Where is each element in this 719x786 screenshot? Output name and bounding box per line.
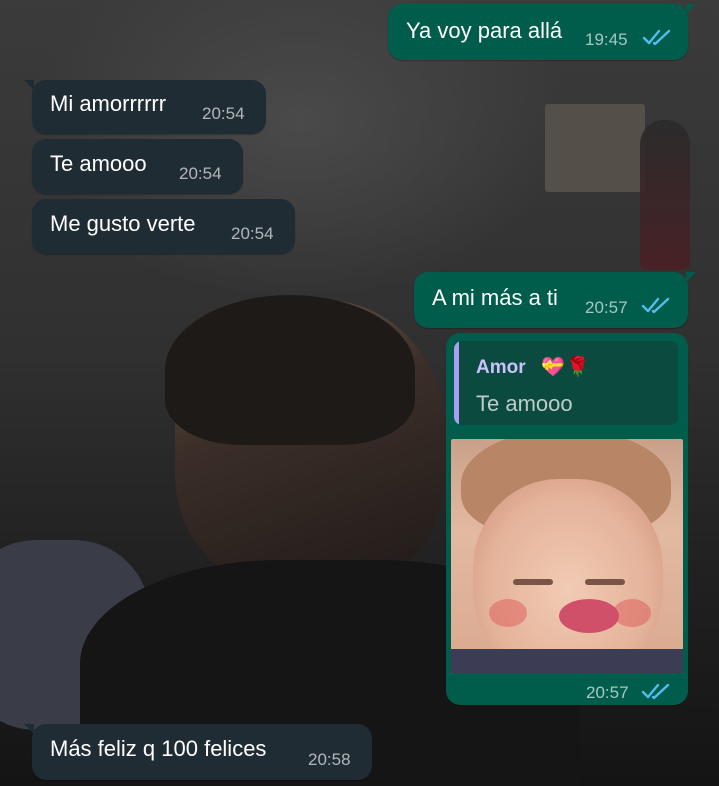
incoming-message[interactable]: Te amooo 20:54 bbox=[32, 139, 243, 194]
message-time: 20:58 bbox=[308, 750, 351, 769]
photo-eye bbox=[513, 579, 553, 585]
outgoing-photo-message[interactable]: Amor 💝 🌹 Te amooo 20:57 bbox=[446, 333, 688, 705]
incoming-message[interactable]: Más feliz q 100 felices 20:58 bbox=[24, 724, 372, 780]
photo-face bbox=[473, 479, 663, 673]
double-check-icon bbox=[642, 29, 671, 46]
incoming-message[interactable]: Mi amorrrrrr 20:54 bbox=[24, 80, 266, 134]
quote-author: Amor bbox=[476, 357, 526, 378]
outgoing-message[interactable]: Ya voy para allá 19:45 bbox=[388, 4, 696, 60]
photo-lips bbox=[559, 599, 619, 633]
wallpaper-hanging-hat bbox=[640, 120, 690, 270]
quote-accent-bar bbox=[454, 341, 459, 425]
message-text: Más feliz q 100 felices bbox=[50, 736, 267, 761]
message-text: Me gusto verte bbox=[50, 211, 196, 236]
message-time: 19:45 bbox=[585, 30, 628, 49]
message-time: 20:57 bbox=[586, 683, 629, 702]
incoming-message[interactable]: Me gusto verte 20:54 bbox=[32, 199, 295, 254]
photo-cheek bbox=[489, 599, 527, 627]
message-time: 20:54 bbox=[179, 164, 222, 183]
rose-icon: 🌹 bbox=[566, 357, 590, 378]
photo-eye bbox=[585, 579, 625, 585]
photo-shirt bbox=[451, 649, 683, 673]
reply-quote[interactable]: Amor 💝 🌹 Te amooo bbox=[454, 341, 678, 425]
wallpaper-picture-frame bbox=[545, 104, 645, 192]
quote-text: Te amooo bbox=[476, 391, 573, 416]
photo-attachment[interactable] bbox=[451, 439, 683, 673]
message-time: 20:57 bbox=[585, 298, 628, 317]
heart-with-ribbon-icon: 💝 bbox=[541, 357, 565, 378]
double-check-icon bbox=[641, 683, 670, 700]
message-time: 20:54 bbox=[231, 224, 274, 243]
message-text: Te amooo bbox=[50, 151, 147, 176]
message-text: Mi amorrrrrr bbox=[50, 91, 167, 116]
double-check-icon bbox=[641, 297, 670, 314]
wallpaper-hair bbox=[165, 295, 415, 445]
outgoing-message[interactable]: A mi más a ti 20:57 bbox=[414, 272, 696, 328]
message-text: Ya voy para allá bbox=[406, 18, 563, 43]
message-text: A mi más a ti bbox=[432, 285, 558, 310]
message-time: 20:54 bbox=[202, 104, 245, 123]
